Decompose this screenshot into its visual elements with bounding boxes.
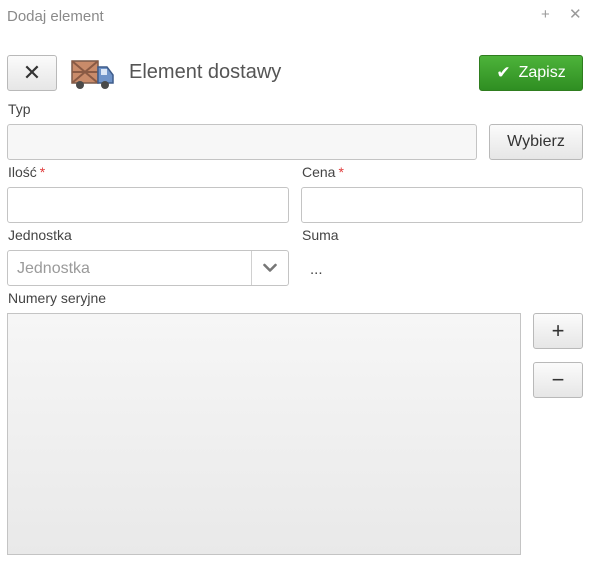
- ilosc-label-text: Ilość: [8, 164, 37, 180]
- jednostka-placeholder: Jednostka: [17, 260, 90, 277]
- save-button-label: Zapisz: [518, 64, 566, 81]
- required-mark: *: [39, 164, 46, 180]
- check-icon: ✔: [496, 63, 511, 82]
- remove-serial-button[interactable]: −: [533, 362, 583, 398]
- cena-field[interactable]: [301, 187, 583, 223]
- suma-label: Suma: [302, 227, 339, 243]
- suma-value: ...: [310, 261, 323, 278]
- cena-label: Cena *: [302, 164, 344, 180]
- close-button[interactable]: ✕: [7, 55, 57, 91]
- typ-field[interactable]: [7, 124, 477, 160]
- plus-icon: +: [551, 318, 565, 343]
- add-serial-button[interactable]: +: [533, 313, 583, 349]
- window-title: Dodaj element: [7, 8, 104, 25]
- jednostka-select[interactable]: Jednostka: [7, 250, 289, 286]
- jednostka-label: Jednostka: [8, 227, 72, 243]
- typ-label: Typ: [8, 101, 31, 117]
- required-mark: *: [338, 164, 344, 180]
- truck-icon: [71, 57, 115, 91]
- minus-icon: −: [551, 367, 565, 392]
- cena-label-text: Cena: [302, 164, 336, 180]
- ilosc-label: Ilość *: [8, 164, 45, 180]
- add-window-icon[interactable]: +: [541, 6, 550, 24]
- page-title: Element dostawy: [129, 61, 282, 83]
- serial-numbers-list[interactable]: [7, 313, 521, 555]
- ilosc-field[interactable]: [7, 187, 289, 223]
- numery-seryjne-label: Numery seryjne: [8, 290, 107, 306]
- close-window-icon[interactable]: ✕: [569, 6, 582, 24]
- save-button[interactable]: ✔ Zapisz: [479, 55, 583, 91]
- wybierz-button[interactable]: Wybierz: [489, 124, 583, 160]
- chevron-down-icon[interactable]: [252, 251, 288, 285]
- close-icon: ✕: [22, 60, 42, 85]
